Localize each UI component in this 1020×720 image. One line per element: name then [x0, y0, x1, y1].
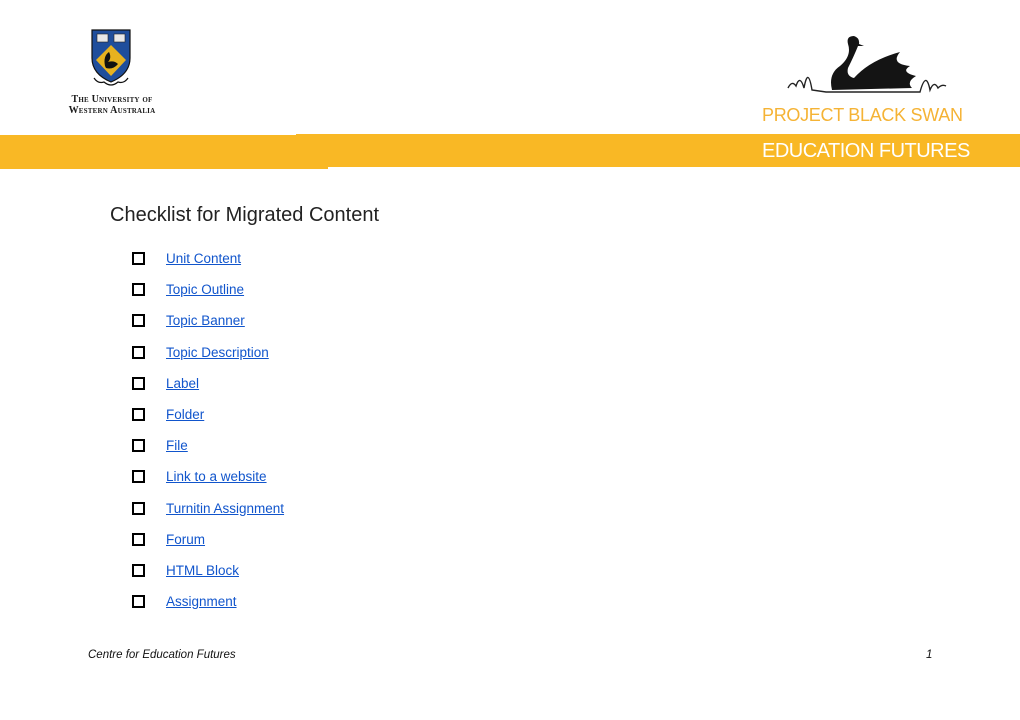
- checklist-item: Turnitin Assignment: [132, 501, 284, 532]
- checklist-item: Assignment: [132, 594, 284, 625]
- checklist-item: Topic Banner: [132, 313, 284, 344]
- checklist-item: Folder: [132, 407, 284, 438]
- checklist-link-unit-content[interactable]: Unit Content: [166, 251, 241, 266]
- checkbox[interactable]: [132, 470, 145, 484]
- checkbox[interactable]: [132, 252, 145, 265]
- university-name-line1: The University of: [71, 94, 153, 105]
- checklist-item: Unit Content: [132, 251, 284, 282]
- checkbox[interactable]: [132, 439, 145, 453]
- checkbox[interactable]: [132, 345, 145, 359]
- checklist-link-folder[interactable]: Folder: [166, 407, 204, 422]
- university-name: The University of Western Australia: [52, 94, 172, 116]
- checkbox[interactable]: [132, 314, 145, 328]
- banner-strip-left: [0, 135, 328, 169]
- checklist: Unit Content Topic Outline Topic Banner …: [132, 251, 284, 625]
- checklist-link-topic-banner[interactable]: Topic Banner: [166, 313, 245, 328]
- uwa-crest-icon: [91, 29, 131, 86]
- university-name-line2: Western Australia: [68, 105, 156, 116]
- checklist-item: Topic Description: [132, 345, 284, 376]
- checklist-item: File: [132, 438, 284, 469]
- checkbox[interactable]: [132, 407, 145, 421]
- checklist-item: Label: [132, 376, 284, 407]
- checklist-item: HTML Block: [132, 563, 284, 594]
- checkbox[interactable]: [132, 376, 145, 390]
- footer-organisation: Centre for Education Futures: [88, 649, 236, 661]
- checkbox[interactable]: [132, 532, 145, 546]
- checklist-item: Topic Outline: [132, 282, 284, 313]
- checklist-link-website[interactable]: Link to a website: [166, 469, 267, 484]
- checklist-item: Forum: [132, 532, 284, 563]
- checkbox[interactable]: [132, 563, 145, 577]
- banner-title: EDUCATION FUTURES: [762, 140, 970, 162]
- checklist-link-html-block[interactable]: HTML Block: [166, 563, 239, 578]
- project-title: PROJECT BLACK SWAN: [762, 105, 963, 125]
- page-number: 1: [926, 649, 933, 661]
- project-black-swan-logo: PROJECT BLACK SWAN EDUCATION FUTURES: [760, 30, 1000, 170]
- checklist-link-label[interactable]: Label: [166, 376, 199, 391]
- black-swan-icon: [787, 36, 947, 93]
- checklist-link-forum[interactable]: Forum: [166, 532, 205, 547]
- checklist-link-assignment[interactable]: Assignment: [166, 594, 237, 609]
- checklist-link-file[interactable]: File: [166, 438, 188, 453]
- checklist-link-topic-description[interactable]: Topic Description: [166, 345, 269, 360]
- checkbox[interactable]: [132, 283, 145, 297]
- checklist-link-topic-outline[interactable]: Topic Outline: [166, 282, 244, 297]
- page-title: Checklist for Migrated Content: [110, 204, 380, 226]
- checkbox[interactable]: [132, 595, 145, 609]
- checkbox[interactable]: [132, 501, 145, 515]
- checklist-item: Link to a website: [132, 469, 284, 500]
- checklist-link-turnitin-assignment[interactable]: Turnitin Assignment: [166, 501, 284, 516]
